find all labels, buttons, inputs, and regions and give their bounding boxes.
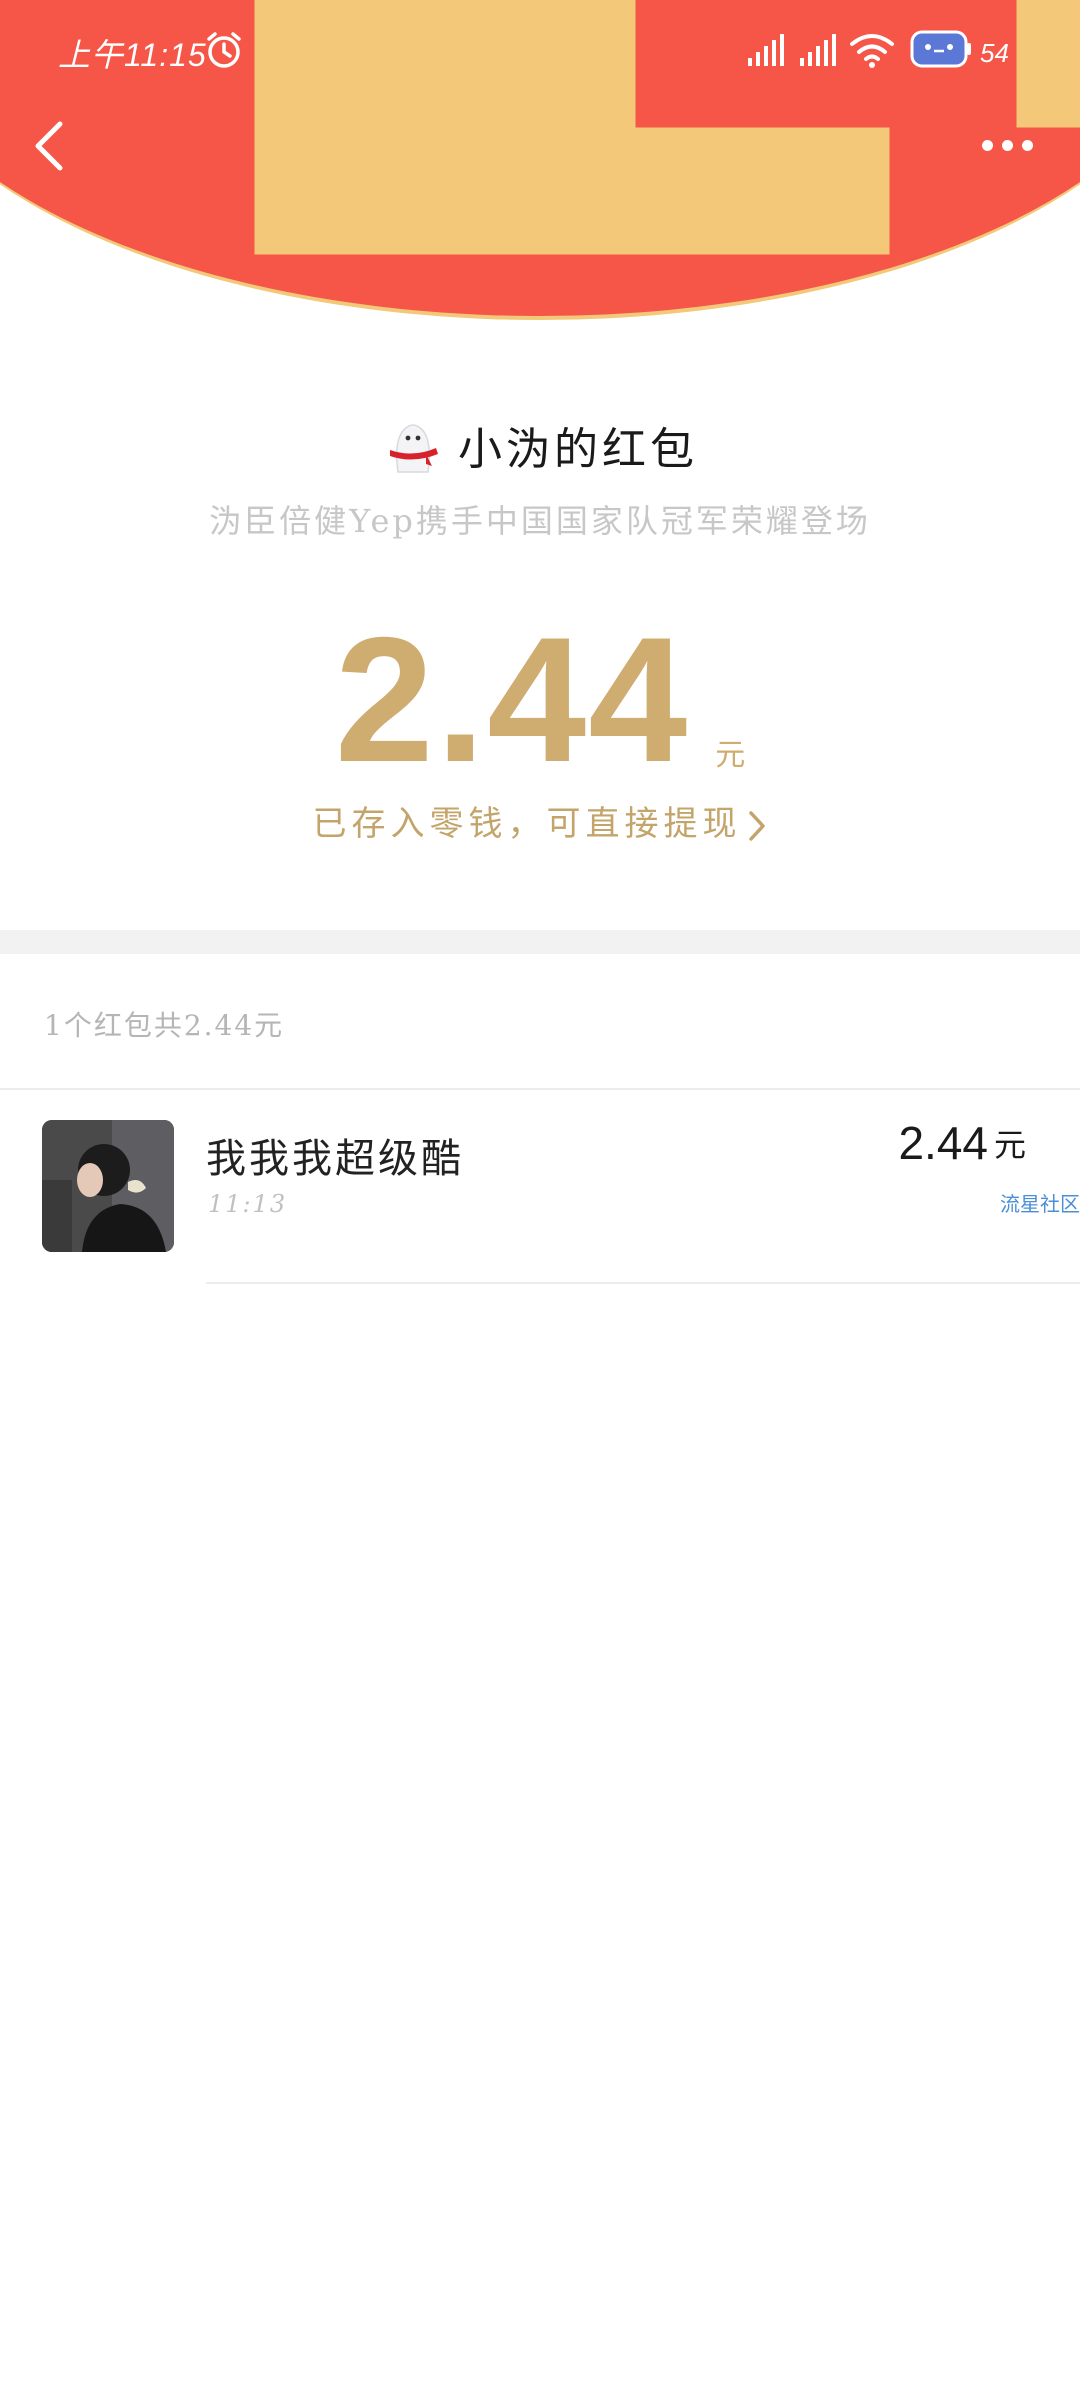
status-time: 上午11:15 [58, 37, 207, 73]
status-bar: 上午11:15 54 [0, 0, 1080, 100]
section-divider [0, 930, 1080, 954]
record-time: 11:13 [208, 1190, 288, 1218]
sender-row: 小沩的红包 [0, 405, 1080, 485]
withdraw-link[interactable]: 已存入零钱，可直接提现 [0, 796, 1080, 845]
red-packet-detail-page: 上午11:15 54 小沩的红包 沩臣倍健Yep携手中国国家队冠军荣耀登场 2.… [0, 0, 1080, 2400]
battery-percent: 54 [980, 38, 1009, 68]
packet-summary: 1个红包共2.44元 [44, 1009, 285, 1042]
greeting-text: 沩臣倍健Yep携手中国国家队冠军荣耀登场 [209, 502, 871, 540]
record-amount-unit: 元 [993, 1126, 1026, 1164]
more-options-button[interactable] [968, 120, 1048, 170]
more-dot-icon [1002, 140, 1013, 151]
cellular-signal-icon [748, 34, 784, 66]
wifi-icon [850, 34, 894, 68]
avatar [42, 1120, 174, 1252]
sender-name: 小沩的红包 [458, 424, 698, 475]
withdraw-link-label: 已存入零钱，可直接提现 [312, 804, 742, 844]
received-amount: 2.44 [334, 600, 690, 799]
more-dot-icon [1022, 140, 1033, 151]
more-dot-icon [982, 140, 993, 151]
list-item[interactable]: 我我我超级酷 11:13 2.44 元 流星社区 [0, 1090, 1080, 1284]
battery-icon [910, 30, 971, 68]
back-button[interactable] [26, 114, 74, 178]
record-name: 我我我超级酷 [206, 1136, 464, 1182]
amount-unit: 元 [715, 738, 746, 773]
record-tag-link[interactable]: 流星社区 [1000, 1188, 1080, 1217]
amount-row: 2.44 元 [0, 600, 1080, 799]
chevron-right-icon [748, 811, 765, 841]
cellular-signal-icon-2 [800, 34, 836, 66]
record-divider [206, 1282, 1080, 1284]
alarm-clock-icon [207, 32, 241, 68]
record-amount-value: 2.44 [898, 1117, 988, 1169]
mascot-avatar-icon [390, 424, 438, 473]
record-amount: 2.44 元 [898, 1116, 1026, 1170]
